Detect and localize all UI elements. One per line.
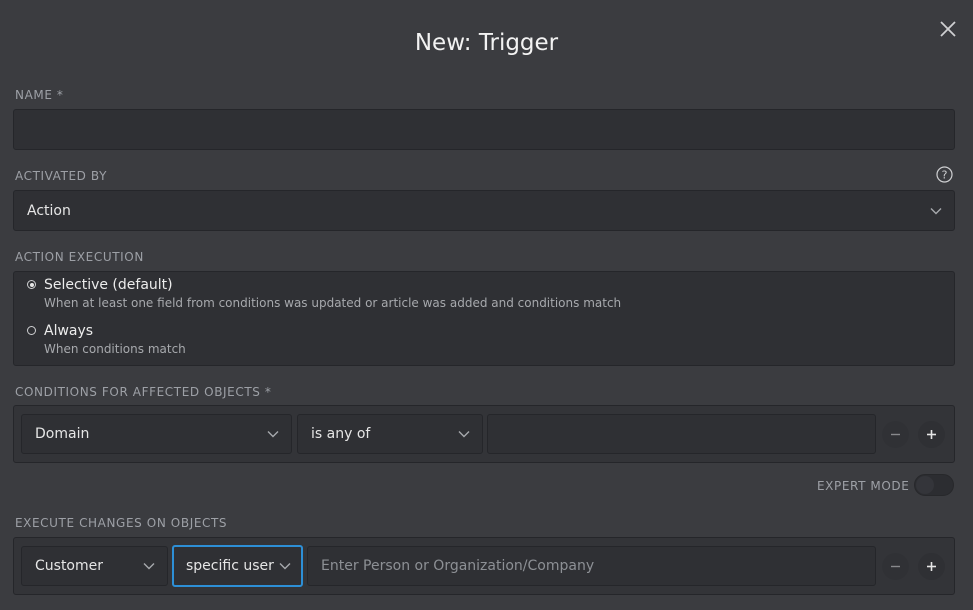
close-button[interactable]	[937, 18, 959, 40]
expert-mode-toggle[interactable]	[914, 474, 954, 496]
radio-selective-description: When at least one field from conditions …	[44, 296, 622, 310]
radio-always-description: When conditions match	[44, 342, 186, 356]
expert-mode-label: EXPERT MODE	[817, 479, 910, 493]
radio-always-title: Always	[44, 323, 94, 339]
activated-by-value: Action	[27, 202, 71, 219]
condition-attribute-value: Domain	[35, 426, 90, 442]
condition-value-input[interactable]	[487, 414, 876, 454]
action-execution-label: ACTION EXECUTION	[15, 250, 144, 264]
radio-always-circle[interactable]	[27, 326, 36, 335]
execute-changes-label: EXECUTE CHANGES ON OBJECTS	[15, 516, 228, 530]
add-condition-button[interactable]	[918, 421, 945, 448]
chevron-down-icon	[279, 563, 291, 570]
activated-by-label: ACTIVATED BY	[15, 169, 108, 183]
execute-changes-row: Customer specific user Enter Person or O…	[13, 537, 955, 595]
person-organization-placeholder: Enter Person or Organization/Company	[321, 558, 595, 574]
dialog-title: New: Trigger	[414, 30, 559, 56]
minus-icon	[891, 433, 900, 436]
condition-attribute-select[interactable]: Domain	[21, 414, 292, 454]
plus-icon	[927, 430, 936, 439]
chevron-down-icon	[143, 563, 155, 570]
question-circle-icon[interactable]: ?	[936, 166, 953, 183]
remove-change-button[interactable]	[882, 553, 909, 580]
remove-condition-button[interactable]	[882, 421, 909, 448]
add-change-button[interactable]	[918, 553, 945, 580]
radio-always[interactable]: Always When conditions match	[14, 318, 954, 364]
change-operator-value: specific user	[186, 558, 274, 574]
conditions-row: Domain is any of	[13, 405, 955, 463]
radio-selective-circle[interactable]	[27, 280, 36, 289]
radio-selective[interactable]: Selective (default) When at least one fi…	[14, 272, 954, 318]
change-attribute-value: Customer	[35, 558, 104, 574]
close-icon	[940, 21, 956, 37]
name-input[interactable]	[13, 109, 955, 150]
minus-icon	[891, 565, 900, 568]
change-operator-select[interactable]: specific user	[172, 545, 303, 587]
svg-text:?: ?	[942, 169, 948, 182]
activated-by-select[interactable]: Action	[13, 190, 955, 231]
conditions-label: CONDITIONS FOR AFFECTED OBJECTS *	[15, 385, 272, 399]
action-execution-group: Selective (default) When at least one fi…	[13, 271, 955, 366]
change-attribute-select[interactable]: Customer	[21, 546, 168, 586]
chevron-down-icon	[458, 431, 470, 438]
chevron-down-icon	[930, 207, 942, 214]
toggle-knob	[916, 476, 934, 494]
name-label: NAME *	[15, 88, 64, 102]
radio-selective-title: Selective (default)	[44, 277, 173, 293]
condition-operator-select[interactable]: is any of	[297, 414, 483, 454]
plus-icon	[927, 562, 936, 571]
condition-operator-value: is any of	[311, 426, 371, 442]
chevron-down-icon	[267, 431, 279, 438]
person-organization-input[interactable]: Enter Person or Organization/Company	[307, 546, 876, 586]
